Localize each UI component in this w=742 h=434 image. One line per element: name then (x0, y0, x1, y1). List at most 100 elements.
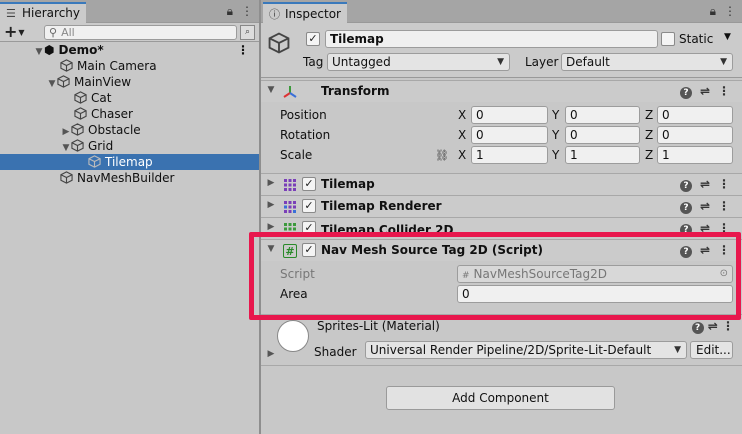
list-icon: ☰ (6, 7, 16, 20)
object-name-input[interactable]: Tilemap (325, 30, 658, 48)
tilemap-collider-header[interactable]: ▶ ✓ Tilemap Collider 2D ? ⇌ ⋮ (261, 217, 742, 235)
tree-item-chaser[interactable]: Chaser (0, 106, 259, 122)
constrain-proportions-icon[interactable]: ⛓ (435, 149, 449, 162)
help-icon[interactable]: ? (679, 224, 692, 235)
scale-x-field[interactable]: 1 (471, 146, 548, 164)
presets-icon[interactable]: ⇌ (708, 319, 718, 333)
presets-icon[interactable]: ⇌ (700, 177, 710, 191)
static-dropdown-icon[interactable]: ▼ (724, 32, 731, 42)
rotation-y-field[interactable]: 0 (565, 126, 640, 144)
scene-row[interactable]: ▼ ⬢ Demo* ⋮ (0, 42, 259, 58)
tree-item-label: Obstacle (88, 123, 141, 137)
gameobject-cube-icon (71, 139, 84, 152)
tree-item-label: Grid (88, 139, 114, 153)
rotation-x-field[interactable]: 0 (471, 126, 548, 144)
component-enabled-checkbox[interactable]: ✓ (302, 243, 316, 257)
material-section: ▶ Sprites-Lit (Material) ? ⇌ ⋮ Shader Un… (261, 314, 742, 366)
position-x-field[interactable]: 0 (471, 106, 548, 124)
kebab-menu-icon[interactable]: ⋮ (718, 243, 730, 257)
gameobject-header: ✓ Tilemap Static ▼ Tag Untagged ▼ Layer D… (261, 23, 742, 78)
tree-item-main-camera[interactable]: Main Camera (0, 58, 259, 74)
tree-item-navmeshbuilder[interactable]: NavMeshBuilder (0, 170, 259, 186)
scene-visibility-button[interactable]: ⌕ (240, 25, 255, 40)
help-icon[interactable]: ? (679, 87, 692, 99)
scale-label: Scale (280, 148, 313, 162)
kebab-menu-icon[interactable]: ⋮ (718, 177, 730, 191)
component-enabled-checkbox[interactable]: ✓ (302, 221, 316, 235)
component-enabled-checkbox[interactable]: ✓ (302, 199, 316, 213)
edit-shader-button[interactable]: Edit... (690, 341, 733, 359)
expand-arrow-icon[interactable]: ▼ (266, 85, 276, 95)
script-object-field: # NavMeshSourceTag2D ⊙ (457, 265, 733, 283)
collapse-arrow-icon[interactable]: ▶ (266, 178, 276, 188)
kebab-menu-icon[interactable]: ⋮ (718, 199, 730, 213)
component-title: Tilemap Renderer (321, 199, 442, 213)
inspector-tab-tools: 🔒︎ ⋮ (702, 4, 736, 19)
lock-icon[interactable]: 🔒︎ (227, 4, 233, 18)
help-icon[interactable]: ? (679, 180, 692, 192)
scale-z-field[interactable]: 1 (657, 146, 733, 164)
gameobject-cube-icon (60, 171, 73, 184)
position-y-field[interactable]: 0 (565, 106, 640, 124)
gameobject-cube-icon (71, 123, 84, 136)
position-z-field[interactable]: 0 (657, 106, 733, 124)
component-tools: ? ⇌ ⋮ (672, 221, 730, 235)
create-button[interactable]: +▼ (4, 23, 25, 42)
help-icon[interactable]: ? (679, 202, 692, 214)
component-enabled-checkbox[interactable]: ✓ (302, 177, 316, 191)
area-label: Area (280, 287, 308, 301)
active-checkbox[interactable]: ✓ (306, 32, 320, 46)
tag-label: Tag (303, 55, 324, 69)
presets-icon[interactable]: ⇌ (700, 84, 710, 98)
tilemap-renderer-icon (284, 201, 296, 213)
scene-menu-icon[interactable]: ⋮ (237, 42, 249, 58)
tree-item-cat[interactable]: Cat (0, 90, 259, 106)
search-icon: ⚲ (49, 26, 58, 39)
kebab-menu-icon[interactable]: ⋮ (241, 4, 253, 18)
collapse-arrow-icon[interactable]: ▶ (266, 222, 276, 232)
collapse-arrow-icon[interactable]: ▶ (266, 349, 276, 359)
shader-dropdown[interactable]: Universal Render Pipeline/2D/Sprite-Lit-… (365, 341, 687, 359)
presets-icon[interactable]: ⇌ (700, 243, 710, 257)
tree-item-mainview[interactable]: ▼ MainView (0, 74, 259, 90)
tag-dropdown[interactable]: Untagged ▼ (327, 53, 510, 71)
gameobject-cube-icon (74, 91, 87, 104)
static-checkbox[interactable] (661, 32, 675, 46)
add-component-button[interactable]: Add Component (386, 386, 615, 410)
kebab-menu-icon[interactable]: ⋮ (718, 84, 730, 98)
axis-z-label: Z (645, 108, 654, 122)
axis-y-label: Y (552, 148, 560, 162)
kebab-menu-icon[interactable]: ⋮ (722, 319, 734, 333)
lock-icon[interactable]: 🔒︎ (710, 4, 716, 18)
tree-item-grid[interactable]: ▼ Grid (0, 138, 259, 154)
tilemap-component-header[interactable]: ▶ ✓ Tilemap ? ⇌ ⋮ (261, 173, 742, 195)
transform-header[interactable]: ▼ Transform ? ⇌ ⋮ (261, 80, 742, 102)
hierarchy-search-input[interactable]: ⚲ All (44, 25, 237, 40)
gameobject-cube-icon (88, 155, 101, 168)
component-tools: ? ⇌ ⋮ (672, 199, 730, 214)
tree-item-label: NavMeshBuilder (77, 171, 175, 185)
help-icon[interactable]: ? (691, 322, 704, 334)
tilemap-renderer-header[interactable]: ▶ ✓ Tilemap Renderer ? ⇌ ⋮ (261, 195, 742, 217)
expand-arrow-icon[interactable]: ▼ (266, 244, 276, 254)
rotation-z-field[interactable]: 0 (657, 126, 733, 144)
collapse-arrow-icon[interactable]: ▶ (266, 200, 276, 210)
layer-value: Default (566, 55, 610, 69)
presets-icon[interactable]: ⇌ (700, 221, 710, 235)
navmesh-source-tag-header[interactable]: ▼ # ✓ Nav Mesh Source Tag 2D (Script) ? ⇌… (261, 239, 742, 261)
layer-dropdown[interactable]: Default ▼ (561, 53, 733, 71)
presets-icon[interactable]: ⇌ (700, 199, 710, 213)
kebab-menu-icon[interactable]: ⋮ (724, 4, 736, 18)
kebab-menu-icon[interactable]: ⋮ (718, 221, 730, 235)
chevron-down-icon: ▼ (18, 27, 25, 37)
help-icon[interactable]: ? (679, 246, 692, 258)
transform-title: Transform (321, 84, 390, 98)
inspector-tab[interactable]: ⓘ Inspector (263, 2, 347, 23)
material-preview-sphere (277, 320, 309, 352)
tree-item-obstacle[interactable]: ▶ Obstacle (0, 122, 259, 138)
scale-y-field[interactable]: 1 (565, 146, 640, 164)
area-input[interactable]: 0 (457, 285, 733, 303)
script-hash-icon: # (283, 244, 297, 258)
hierarchy-tab[interactable]: ☰ Hierarchy (0, 2, 87, 23)
tree-item-tilemap[interactable]: Tilemap (0, 154, 259, 170)
